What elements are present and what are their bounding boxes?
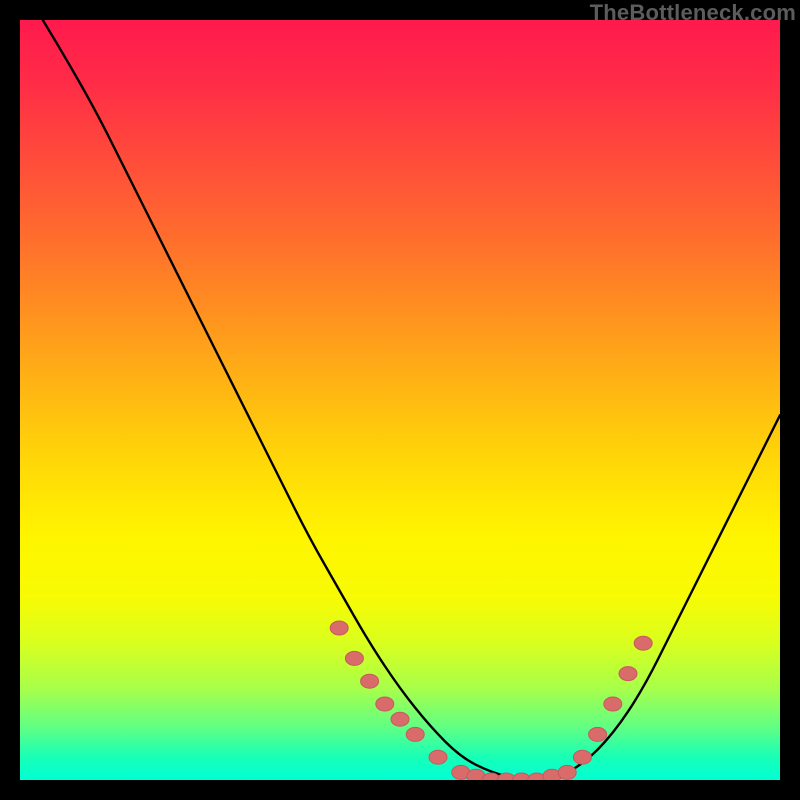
curve-marker: [429, 750, 447, 764]
curve-marker: [573, 750, 591, 764]
curve-marker: [589, 727, 607, 741]
chart-frame: [20, 20, 780, 780]
curve-marker: [619, 667, 637, 681]
curve-marker: [634, 636, 652, 650]
curve-marker: [558, 765, 576, 779]
curve-marker: [406, 727, 424, 741]
curve-marker: [361, 674, 379, 688]
curve-marker: [604, 697, 622, 711]
curve-marker: [376, 697, 394, 711]
bottleneck-curve: [43, 20, 780, 780]
curve-markers: [330, 621, 652, 780]
chart-svg: [20, 20, 780, 780]
curve-marker: [391, 712, 409, 726]
curve-marker: [345, 651, 363, 665]
curve-marker: [330, 621, 348, 635]
